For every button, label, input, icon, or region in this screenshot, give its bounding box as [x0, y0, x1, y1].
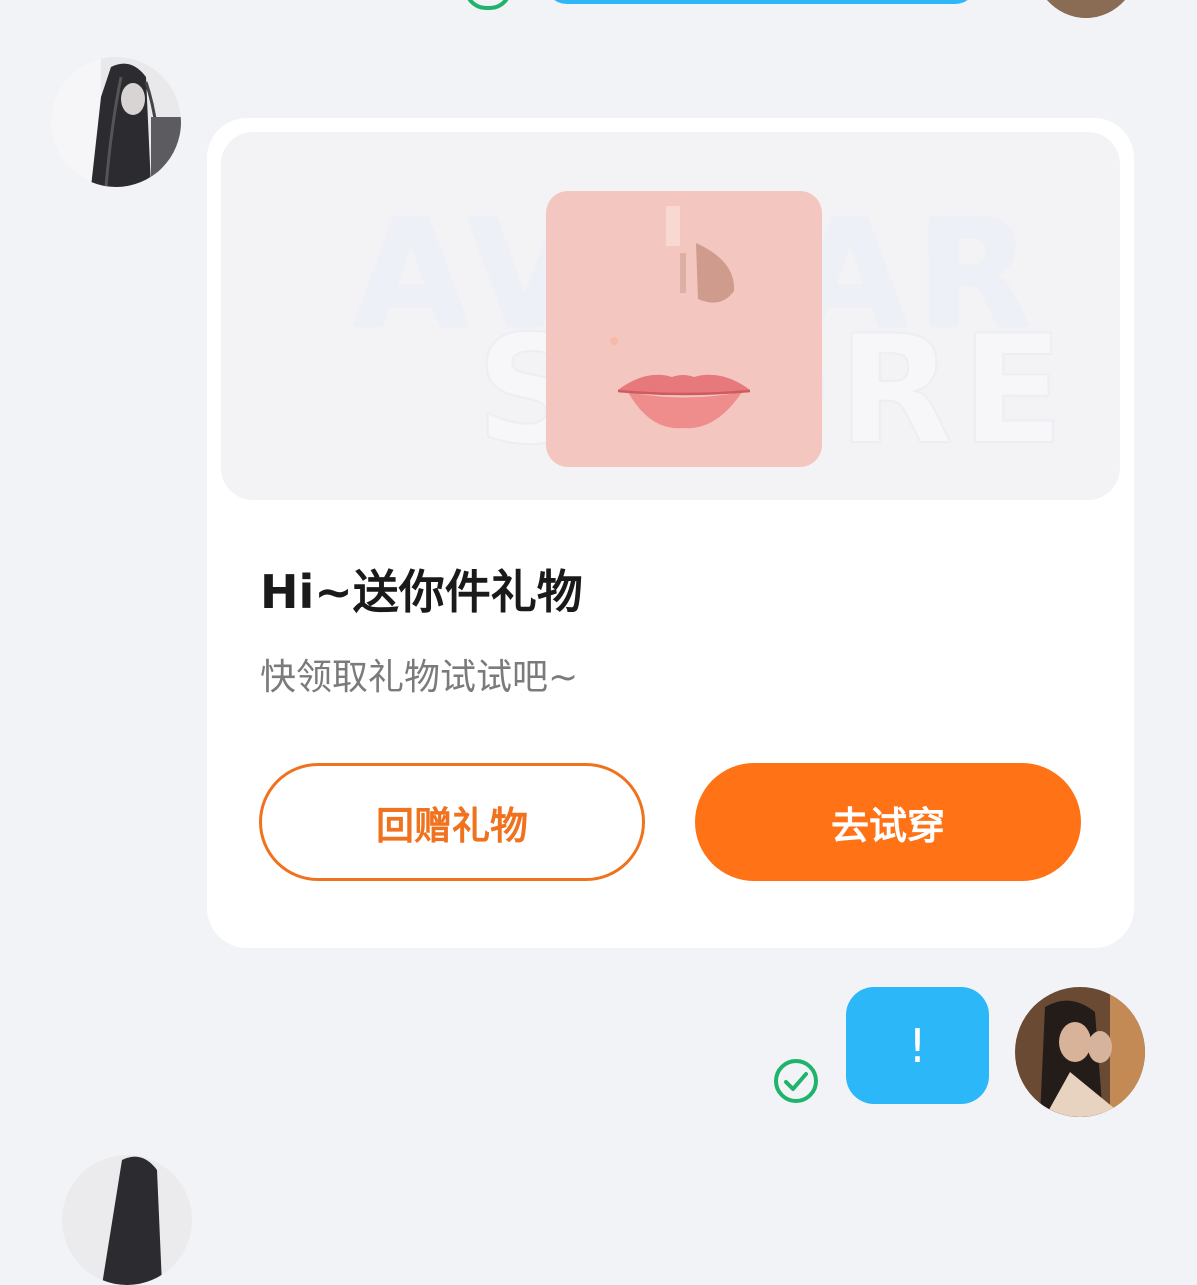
avatar-image: [1015, 987, 1145, 1117]
avatar-image: [1030, 0, 1142, 18]
top-message-bubble[interactable]: [545, 0, 977, 4]
sender-avatar[interactable]: [51, 57, 181, 187]
sent-message-bubble[interactable]: !: [846, 987, 989, 1104]
top-check-icon: [464, 0, 512, 10]
try-on-button[interactable]: 去试穿: [695, 763, 1081, 881]
gift-card-subtitle: 快领取礼物试试吧~: [260, 657, 579, 698]
gift-preview: AVATAR STORE: [221, 132, 1120, 500]
avatar-image: [51, 57, 181, 187]
return-gift-button[interactable]: 回赠礼物: [259, 763, 645, 881]
gift-card-title: Hi~送你件礼物: [260, 565, 583, 619]
message-text: !: [908, 1018, 927, 1073]
gift-item-image[interactable]: [546, 191, 822, 467]
avatar-image: [62, 1155, 192, 1285]
my-avatar[interactable]: [1015, 987, 1145, 1117]
sender-avatar-next[interactable]: [62, 1155, 192, 1285]
face-makeup-image: [546, 191, 822, 467]
gift-card[interactable]: AVATAR STORE Hi~送你件礼物 快领取礼物试试吧~ 回赠礼物 去试穿: [207, 118, 1134, 948]
check-circle-icon: [774, 1059, 818, 1103]
top-user-avatar[interactable]: [1030, 0, 1142, 18]
